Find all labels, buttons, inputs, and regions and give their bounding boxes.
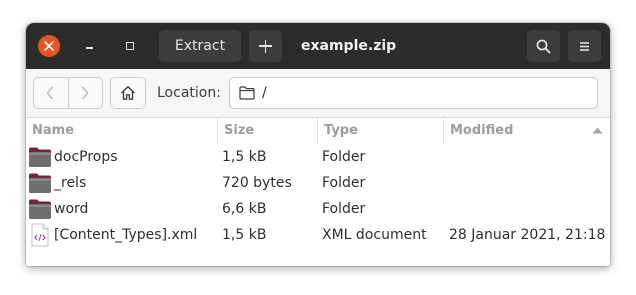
header-bar: Extract example.zip bbox=[26, 23, 610, 69]
home-icon bbox=[121, 86, 135, 100]
chevron-right-icon bbox=[82, 86, 89, 100]
file-row[interactable]: [Content_Types].xml 1,5 kB XML document … bbox=[26, 222, 610, 248]
file-name: _rels bbox=[54, 175, 87, 191]
close-button[interactable] bbox=[38, 35, 60, 57]
xml-file-icon bbox=[31, 223, 49, 247]
location-path: / bbox=[262, 85, 267, 101]
back-button[interactable] bbox=[34, 78, 69, 108]
file-size: 6,6 kB bbox=[222, 201, 267, 217]
column-header-type[interactable]: Type bbox=[317, 118, 443, 144]
location-label: Location: bbox=[157, 85, 221, 101]
maximize-icon bbox=[126, 42, 134, 50]
file-type: Folder bbox=[322, 201, 366, 217]
file-list: Name Size Type Modified docProps 1,5 kB … bbox=[26, 118, 610, 266]
file-type: Folder bbox=[322, 149, 366, 165]
search-icon bbox=[536, 39, 551, 54]
folder-icon bbox=[29, 173, 51, 193]
file-size: 720 bytes bbox=[222, 175, 292, 191]
add-files-button[interactable] bbox=[249, 30, 282, 62]
close-icon bbox=[44, 41, 54, 51]
file-modified: 28 Januar 2021, 21:18 bbox=[449, 227, 606, 243]
archive-manager-window: Extract example.zip Location: / Name Siz… bbox=[26, 23, 610, 266]
file-name: word bbox=[54, 201, 89, 217]
location-toolbar: Location: / bbox=[26, 69, 610, 118]
file-type: XML document bbox=[322, 227, 427, 243]
home-button[interactable] bbox=[110, 77, 146, 109]
maximize-button[interactable] bbox=[117, 34, 141, 58]
extract-button[interactable]: Extract bbox=[159, 30, 241, 62]
hamburger-menu-icon bbox=[580, 42, 589, 51]
window-title: example.zip bbox=[301, 38, 397, 54]
minimize-button[interactable] bbox=[77, 34, 101, 58]
column-header-name[interactable]: Name bbox=[26, 118, 217, 144]
column-header-size[interactable]: Size bbox=[217, 118, 317, 144]
navigation-buttons bbox=[33, 77, 103, 109]
folder-outline-icon bbox=[239, 86, 255, 100]
file-name: [Content_Types].xml bbox=[54, 227, 198, 243]
column-header-row: Name Size Type Modified bbox=[26, 118, 610, 144]
file-row[interactable]: word 6,6 kB Folder bbox=[26, 196, 610, 222]
file-size: 1,5 kB bbox=[222, 149, 267, 165]
folder-icon bbox=[29, 199, 51, 219]
file-row[interactable]: _rels 720 bytes Folder bbox=[26, 170, 610, 196]
plus-icon-stem bbox=[264, 39, 267, 53]
location-field[interactable]: / bbox=[229, 77, 598, 109]
chevron-left-icon bbox=[46, 86, 53, 100]
folder-icon bbox=[29, 147, 51, 167]
search-button[interactable] bbox=[527, 30, 560, 62]
file-name: docProps bbox=[54, 149, 118, 165]
column-header-modified[interactable]: Modified bbox=[443, 118, 610, 144]
forward-button[interactable] bbox=[69, 78, 103, 108]
file-row[interactable]: docProps 1,5 kB Folder bbox=[26, 144, 610, 170]
sort-ascending-icon bbox=[592, 127, 603, 134]
minimize-icon bbox=[86, 47, 93, 49]
menu-button[interactable] bbox=[568, 30, 601, 62]
file-size: 1,5 kB bbox=[222, 227, 267, 243]
file-type: Folder bbox=[322, 175, 366, 191]
